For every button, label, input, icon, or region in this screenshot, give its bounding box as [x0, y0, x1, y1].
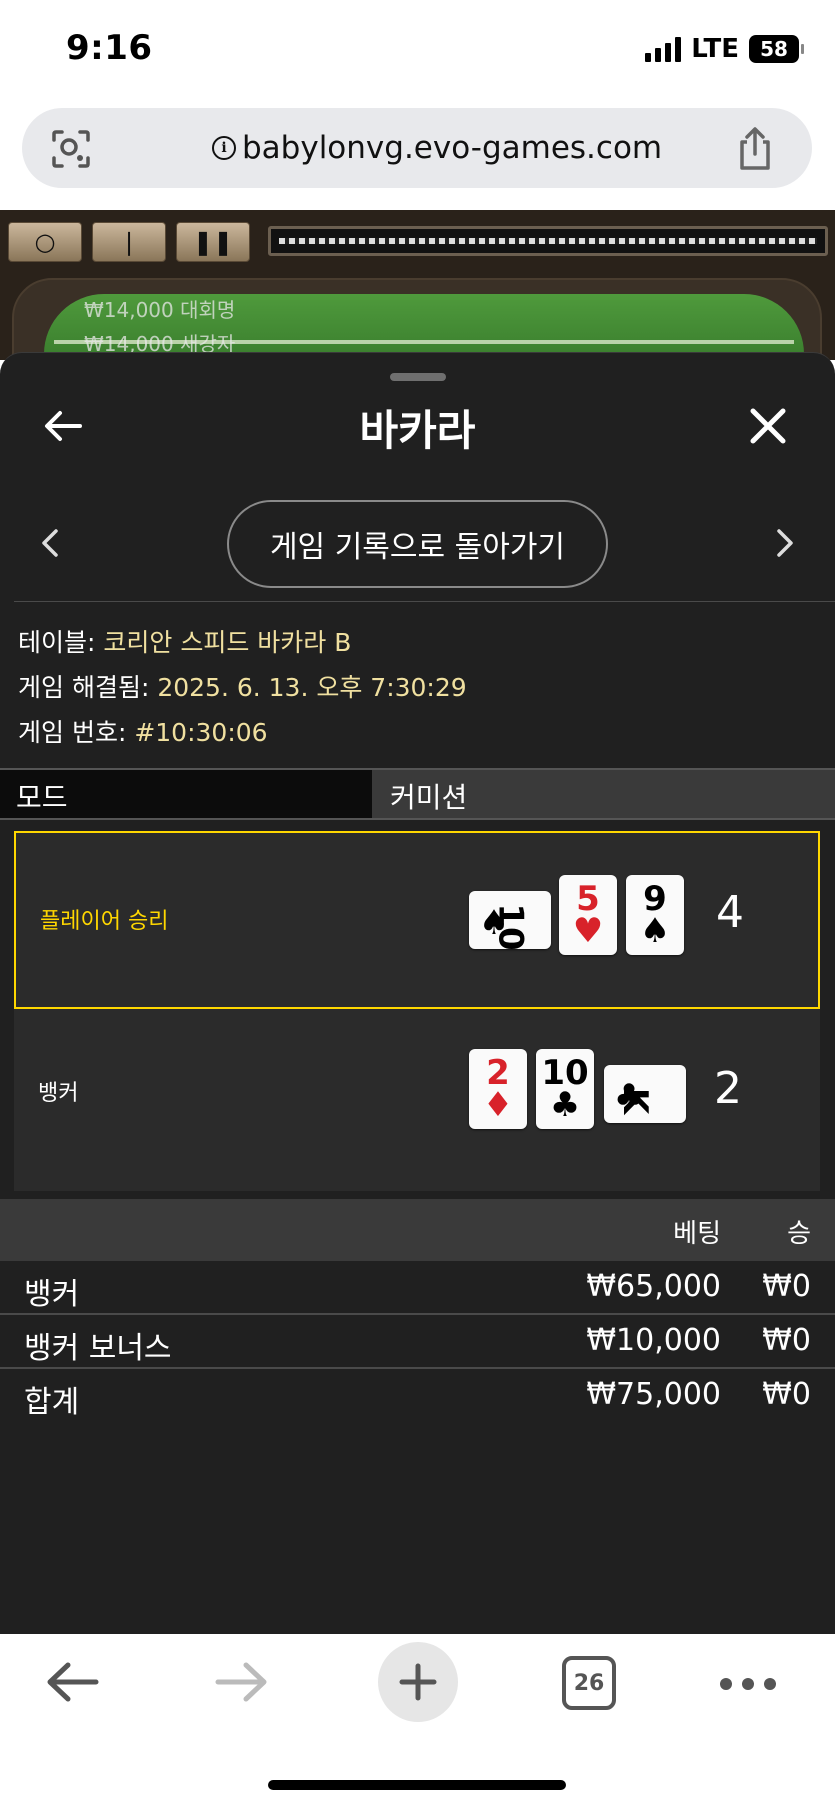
status-bar: 9:16 LTE 58 [0, 0, 835, 100]
bet-amount: ₩10,000 [586, 1323, 721, 1358]
single-bar-button[interactable]: ❘ [92, 222, 166, 262]
status-time: 9:16 [66, 28, 153, 68]
close-icon[interactable] [745, 403, 791, 449]
bet-name: 뱅커 보너스 [24, 1331, 172, 1366]
pause-icon: ❚❚ [192, 228, 234, 256]
back-to-history-button[interactable]: 게임 기록으로 돌아가기 [227, 500, 608, 588]
hand-score: 4 [716, 887, 744, 938]
status-right: LTE 58 [645, 34, 804, 64]
player-hand: 플레이어 승리 10 ♠ 5 ♥ 9 ♠ 4 [14, 831, 820, 1009]
playing-card: 2 ♦ [469, 1049, 527, 1129]
sheet-title: 바카라 [359, 406, 476, 455]
mode-bar: 모드 커미션 [0, 768, 835, 820]
game-number: #10:30:06 [134, 718, 268, 747]
browser-toolbar: i babylonvg.evo-games.com [0, 100, 835, 210]
video-quality-button[interactable]: ○ [8, 222, 82, 262]
bet-name: 뱅커 [24, 1277, 80, 1312]
hands-panel: 플레이어 승리 10 ♠ 5 ♥ 9 ♠ 4 뱅커 2 ♦ 10 ♣ K ♣ 2 [14, 831, 820, 1191]
site-info-icon[interactable]: i [212, 136, 236, 160]
playing-card: 10 ♠ [469, 891, 551, 951]
url-display[interactable]: i babylonvg.evo-games.com [212, 130, 662, 166]
ticker-line: ₩14,000 대회명 [84, 298, 236, 322]
signal-icon [645, 36, 682, 62]
mode-label: 모드 [0, 770, 372, 818]
more-icon[interactable] [720, 1678, 776, 1690]
total-amount: ₩75,000 [586, 1377, 721, 1412]
roadmap [268, 226, 828, 256]
bar-icon: ❘ [118, 228, 140, 256]
hand-score: 2 [714, 1063, 742, 1114]
game-history-sheet: 바카라 게임 기록으로 돌아가기 테이블: 코리안 스피드 바카라 B 게임 해… [0, 352, 835, 1642]
table-row: 뱅커 보너스 ₩10,000 ₩0 [0, 1315, 835, 1369]
mode-value: 커미션 [390, 781, 468, 814]
bet-table-header: 베팅 승 [0, 1199, 835, 1261]
drag-handle[interactable] [390, 373, 446, 381]
table-row: 뱅커 ₩65,000 ₩0 [0, 1261, 835, 1315]
new-tab-button[interactable] [378, 1642, 458, 1722]
home-indicator[interactable] [268, 1780, 566, 1790]
playing-card: 5 ♥ [559, 875, 617, 955]
url-text: babylonvg.evo-games.com [242, 130, 663, 166]
game-background: ○ ❘ ❚❚ ₩14,000 대회명 ₩14,000 새강자 [0, 210, 835, 360]
chevron-right-icon[interactable] [775, 525, 797, 561]
bet-column-header: 베팅 [673, 1219, 721, 1249]
pause-button[interactable]: ❚❚ [176, 222, 250, 262]
back-arrow-icon[interactable] [44, 1660, 100, 1704]
share-icon[interactable] [734, 126, 776, 172]
battery-icon: 58 [749, 35, 804, 63]
plus-icon [399, 1663, 437, 1701]
browser-bottom-bar: 26 [0, 1634, 835, 1808]
circle-icon: ○ [34, 228, 56, 256]
total-row: 합계 ₩75,000 ₩0 [0, 1369, 835, 1423]
resolved-time: 2025. 6. 13. 오후 7:30:29 [157, 673, 467, 702]
forward-arrow-icon[interactable] [214, 1660, 270, 1704]
playing-card: K ♣ [604, 1065, 686, 1123]
tabs-button[interactable]: 26 [562, 1656, 616, 1710]
resolved-info: 게임 해결됨: 2025. 6. 13. 오후 7:30:29 [18, 673, 467, 702]
banker-hand: 뱅커 2 ♦ 10 ♣ K ♣ 2 [14, 1011, 820, 1189]
playing-card: 10 ♣ [536, 1049, 594, 1129]
hand-label: 플레이어 승리 [40, 909, 169, 934]
win-amount: ₩0 [762, 1269, 811, 1304]
total-label: 합계 [24, 1385, 80, 1420]
total-win: ₩0 [762, 1377, 811, 1412]
battery-level: 58 [760, 37, 788, 61]
table-name: 코리안 스피드 바카라 B [103, 628, 352, 657]
game-number-info: 게임 번호: #10:30:06 [18, 718, 268, 747]
divider [14, 601, 835, 602]
bet-amount: ₩65,000 [586, 1269, 721, 1304]
hand-label: 뱅커 [38, 1081, 79, 1106]
network-label: LTE [691, 34, 739, 64]
table-info: 테이블: 코리안 스피드 바카라 B [18, 628, 352, 657]
address-bar[interactable]: i babylonvg.evo-games.com [22, 108, 812, 188]
win-column-header: 승 [787, 1219, 811, 1249]
lens-icon[interactable] [50, 128, 92, 170]
chevron-left-icon[interactable] [38, 525, 60, 561]
win-amount: ₩0 [762, 1323, 811, 1358]
playing-card: 9 ♠ [626, 875, 684, 955]
